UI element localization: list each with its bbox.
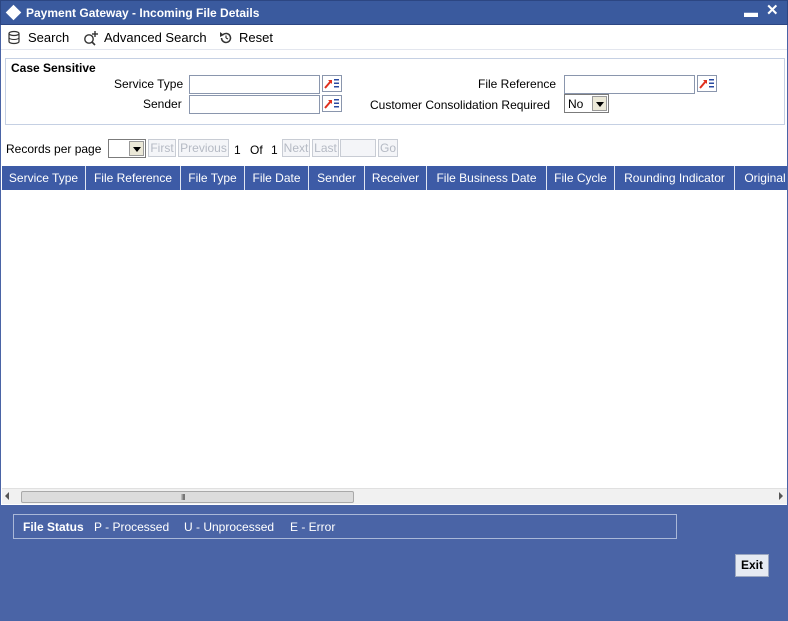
records-per-page-label: Records per page	[6, 142, 102, 156]
goto-page-input[interactable]	[340, 139, 376, 157]
service-type-label: Service Type	[114, 77, 184, 91]
file-reference-field[interactable]	[564, 75, 695, 94]
minimize-icon[interactable]: ▬	[744, 5, 758, 19]
file-status-legend: File Status P - Processed U - Unprocesse…	[13, 514, 677, 539]
results-table-header: Service Type File Reference File Type Fi…	[2, 166, 787, 190]
of-label: Of	[250, 143, 263, 157]
window-title: Payment Gateway - Incoming File Details	[26, 6, 260, 20]
file-status-label: File Status	[23, 520, 84, 534]
sender-field[interactable]	[189, 95, 320, 114]
customer-consolidation-label: Customer Consolidation Required	[370, 98, 551, 112]
previous-page-button[interactable]: Previous	[178, 139, 229, 157]
search-button-label: Search	[28, 30, 70, 45]
list-of-values-icon	[324, 99, 339, 109]
scroll-left-arrow-icon[interactable]	[5, 492, 9, 500]
status-processed: P - Processed	[94, 520, 170, 534]
column-header-file-type[interactable]: File Type	[181, 166, 245, 190]
current-page-number: 1	[234, 143, 241, 157]
customer-consolidation-select[interactable]: No	[564, 94, 609, 113]
results-table-body	[2, 190, 787, 488]
first-page-button[interactable]: First	[148, 139, 176, 157]
column-header-file-date[interactable]: File Date	[245, 166, 309, 190]
records-per-page-select[interactable]	[108, 139, 146, 158]
sender-label: Sender	[143, 97, 182, 111]
total-pages-number: 1	[271, 143, 278, 157]
status-error: E - Error	[290, 520, 336, 534]
scroll-right-arrow-icon[interactable]	[779, 492, 783, 500]
column-header-original[interactable]: Original	[735, 166, 787, 190]
reset-button[interactable]: Reset	[218, 29, 273, 46]
column-header-file-business-date[interactable]: File Business Date	[427, 166, 547, 190]
column-header-file-reference[interactable]: File Reference	[86, 166, 181, 190]
column-header-service-type[interactable]: Service Type	[2, 166, 86, 190]
advanced-search-button-label: Advanced Search	[104, 30, 207, 45]
scrollbar-thumb[interactable]: III	[21, 491, 354, 503]
chevron-down-icon	[129, 141, 144, 156]
sender-lov-button[interactable]	[322, 95, 342, 112]
next-page-button[interactable]: Next	[282, 139, 310, 157]
exit-button[interactable]: Exit	[735, 554, 769, 577]
status-unprocessed: U - Unprocessed	[184, 520, 275, 534]
pagination-bar: Records per page First Previous 1 Of 1 N…	[1, 137, 787, 159]
column-header-receiver[interactable]: Receiver	[365, 166, 427, 190]
column-header-file-cycle[interactable]: File Cycle	[547, 166, 615, 190]
case-sensitive-legend: Case Sensitive	[11, 61, 96, 75]
main-panel: Search Advanced Search Reset Case Sensit…	[0, 25, 788, 505]
list-of-values-icon	[699, 79, 714, 89]
service-type-lov-button[interactable]	[322, 75, 342, 92]
column-header-sender[interactable]: Sender	[309, 166, 365, 190]
last-page-button[interactable]: Last	[312, 139, 339, 157]
app-diamond-icon	[5, 4, 22, 21]
search-button[interactable]: Search	[7, 29, 69, 46]
advanced-search-icon	[84, 30, 98, 46]
reset-button-label: Reset	[239, 30, 273, 45]
window-titlebar: Payment Gateway - Incoming File Details …	[0, 0, 788, 25]
service-type-field[interactable]	[189, 75, 320, 94]
toolbar: Search Advanced Search Reset	[1, 25, 787, 50]
chevron-down-icon	[592, 96, 607, 111]
reset-icon	[220, 31, 232, 43]
list-of-values-icon	[324, 79, 339, 89]
close-icon[interactable]: ✕	[766, 3, 779, 19]
customer-consolidation-value: No	[568, 97, 584, 111]
search-icon	[8, 30, 20, 44]
advanced-search-button[interactable]: Advanced Search	[83, 29, 207, 46]
horizontal-scrollbar[interactable]: III	[2, 488, 787, 504]
column-header-rounding-indicator[interactable]: Rounding Indicator	[615, 166, 735, 190]
search-criteria-panel: Case Sensitive Service Type Sender File …	[5, 58, 785, 125]
go-button[interactable]: Go	[378, 139, 398, 157]
file-reference-label: File Reference	[478, 77, 557, 91]
scrollbar-grip: III	[181, 493, 186, 502]
file-reference-lov-button[interactable]	[697, 75, 717, 92]
